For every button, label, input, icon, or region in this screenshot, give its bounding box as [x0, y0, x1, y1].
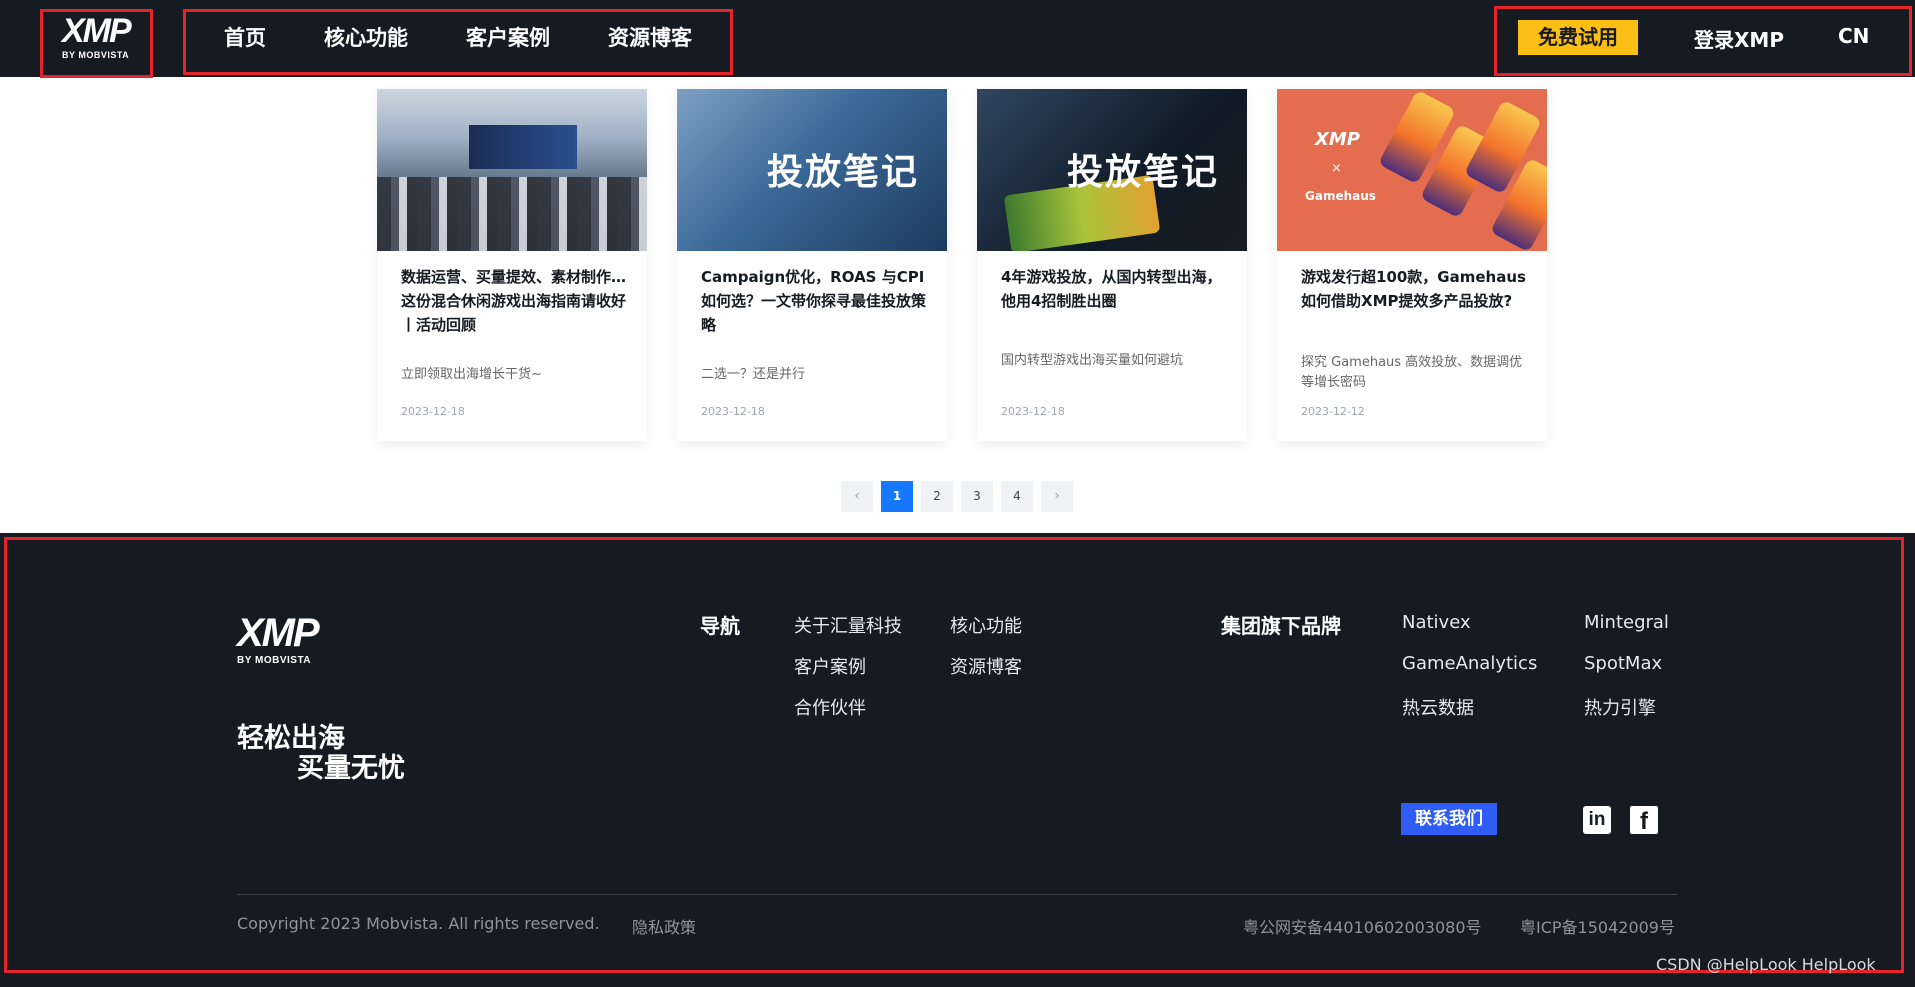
xmp-logo-small: XMP — [1315, 129, 1360, 150]
prev-page-button[interactable]: ‹ — [841, 481, 873, 512]
copyright-text: Copyright 2023 Mobvista. All rights rese… — [237, 914, 600, 933]
card-image-checklist: 投放笔记 — [677, 89, 947, 251]
linkedin-icon[interactable]: in — [1583, 806, 1611, 834]
footer-brand-solar-engine[interactable]: 热力引擎 — [1584, 694, 1656, 720]
card-title: 4年游戏投放，从国内转型出海，他用4招制胜出圈 — [1001, 268, 1222, 310]
card-description: 二选一？还是并行 — [701, 367, 806, 382]
page-3-button[interactable]: 3 — [961, 481, 993, 512]
slogan-line-2: 买量无忧 — [297, 753, 405, 784]
article-card[interactable]: 投放笔记 4年游戏投放，从国内转型出海，他用4招制胜出圈 国内转型游戏出海买量如… — [977, 89, 1247, 441]
csdn-watermark: CSDN @HelpLook HelpLook — [1656, 955, 1876, 974]
card-image-mobile-game: 投放笔记 — [977, 89, 1247, 251]
logo-subtitle: BY MOBVISTA — [237, 655, 312, 666]
card-date: 2023-12-18 — [401, 405, 465, 418]
footer-brand-mintegral[interactable]: Mintegral — [1584, 612, 1669, 633]
card-description: 立即领取出海增长干货~ — [401, 367, 542, 382]
footer-nav-heading: 导航 — [700, 614, 740, 638]
logo-mark: XMP — [237, 611, 320, 655]
article-card-list: 数据运营、买量提效、素材制作…这份混合休闲游戏出海指南请收好丨活动回顾 立即领取… — [377, 89, 1547, 441]
icp-record[interactable]: 粤ICP备15042009号 — [1520, 914, 1675, 938]
audience-crowd — [377, 177, 647, 251]
footer-brand-gameanalytics[interactable]: GameAnalytics — [1402, 653, 1537, 674]
stage-screen — [469, 125, 577, 169]
card-description: 探究 Gamehaus 高效投放、数据调优等增长密码 — [1301, 355, 1523, 390]
article-card[interactable]: 数据运营、买量提效、素材制作…这份混合休闲游戏出海指南请收好丨活动回顾 立即领取… — [377, 89, 647, 441]
card-image-event-photo — [377, 89, 647, 251]
public-security-record[interactable]: 粤公网安备44010602003080号 — [1243, 914, 1482, 938]
footer-brand-nativex[interactable]: Nativex — [1402, 612, 1471, 633]
privacy-policy-link[interactable]: 隐私政策 — [632, 914, 696, 938]
footer-xmp-logo[interactable]: XMP BY MOBVISTA — [237, 611, 320, 666]
footer-link-customer-cases[interactable]: 客户案例 — [794, 653, 866, 679]
facebook-icon[interactable]: f — [1630, 806, 1658, 835]
article-card[interactable]: 投放笔记 Campaign优化，ROAS 与CPI 如何选？一文带你探寻最佳投放… — [677, 89, 947, 441]
highlight-box-footer — [4, 537, 1904, 973]
card-title: Campaign优化，ROAS 与CPI 如何选？一文带你探寻最佳投放策略 — [701, 268, 927, 334]
card-title: 游戏发行超100款，Gamehaus如何借助XMP提效多产品投放? — [1301, 268, 1526, 310]
footer-link-about[interactable]: 关于汇量科技 — [794, 612, 902, 638]
footer-link-resource-blog[interactable]: 资源博客 — [950, 653, 1022, 679]
next-page-button[interactable]: › — [1041, 481, 1073, 512]
page-1-button[interactable]: 1 — [881, 481, 913, 512]
article-card[interactable]: XMP × Gamehaus 游戏发行超100款，Gamehaus如何借助XMP… — [1277, 89, 1547, 441]
contact-us-button[interactable]: 联系我们 — [1401, 803, 1497, 835]
highlight-box-actions — [1494, 6, 1912, 76]
footer-brands-heading: 集团旗下品牌 — [1221, 614, 1341, 638]
card-date: 2023-12-18 — [1001, 405, 1065, 418]
footer-divider — [237, 894, 1677, 895]
pagination: ‹ 1 2 3 4 › — [841, 481, 1073, 512]
card-image-gamehaus: XMP × Gamehaus — [1277, 89, 1547, 251]
footer-link-core-features[interactable]: 核心功能 — [950, 612, 1022, 638]
card-title: 数据运营、买量提效、素材制作…这份混合休闲游戏出海指南请收好丨活动回顾 — [401, 268, 627, 334]
footer-brand-spotmax[interactable]: SpotMax — [1584, 653, 1662, 674]
card-image-text: 投放笔记 — [767, 152, 920, 193]
highlight-box-nav — [183, 9, 733, 75]
gamehaus-logo-text: Gamehaus — [1305, 189, 1376, 203]
card-date: 2023-12-12 — [1301, 405, 1365, 418]
card-image-text: 投放笔记 — [1067, 152, 1220, 193]
cross-mark: × — [1331, 161, 1342, 176]
page-4-button[interactable]: 4 — [1001, 481, 1033, 512]
card-date: 2023-12-18 — [701, 405, 765, 418]
highlight-box-logo — [40, 9, 153, 78]
page-2-button[interactable]: 2 — [921, 481, 953, 512]
card-description: 国内转型游戏出海买量如何避坑 — [1001, 353, 1184, 368]
footer-link-partners[interactable]: 合作伙伴 — [794, 694, 866, 720]
footer-brand-reyun[interactable]: 热云数据 — [1402, 694, 1474, 720]
